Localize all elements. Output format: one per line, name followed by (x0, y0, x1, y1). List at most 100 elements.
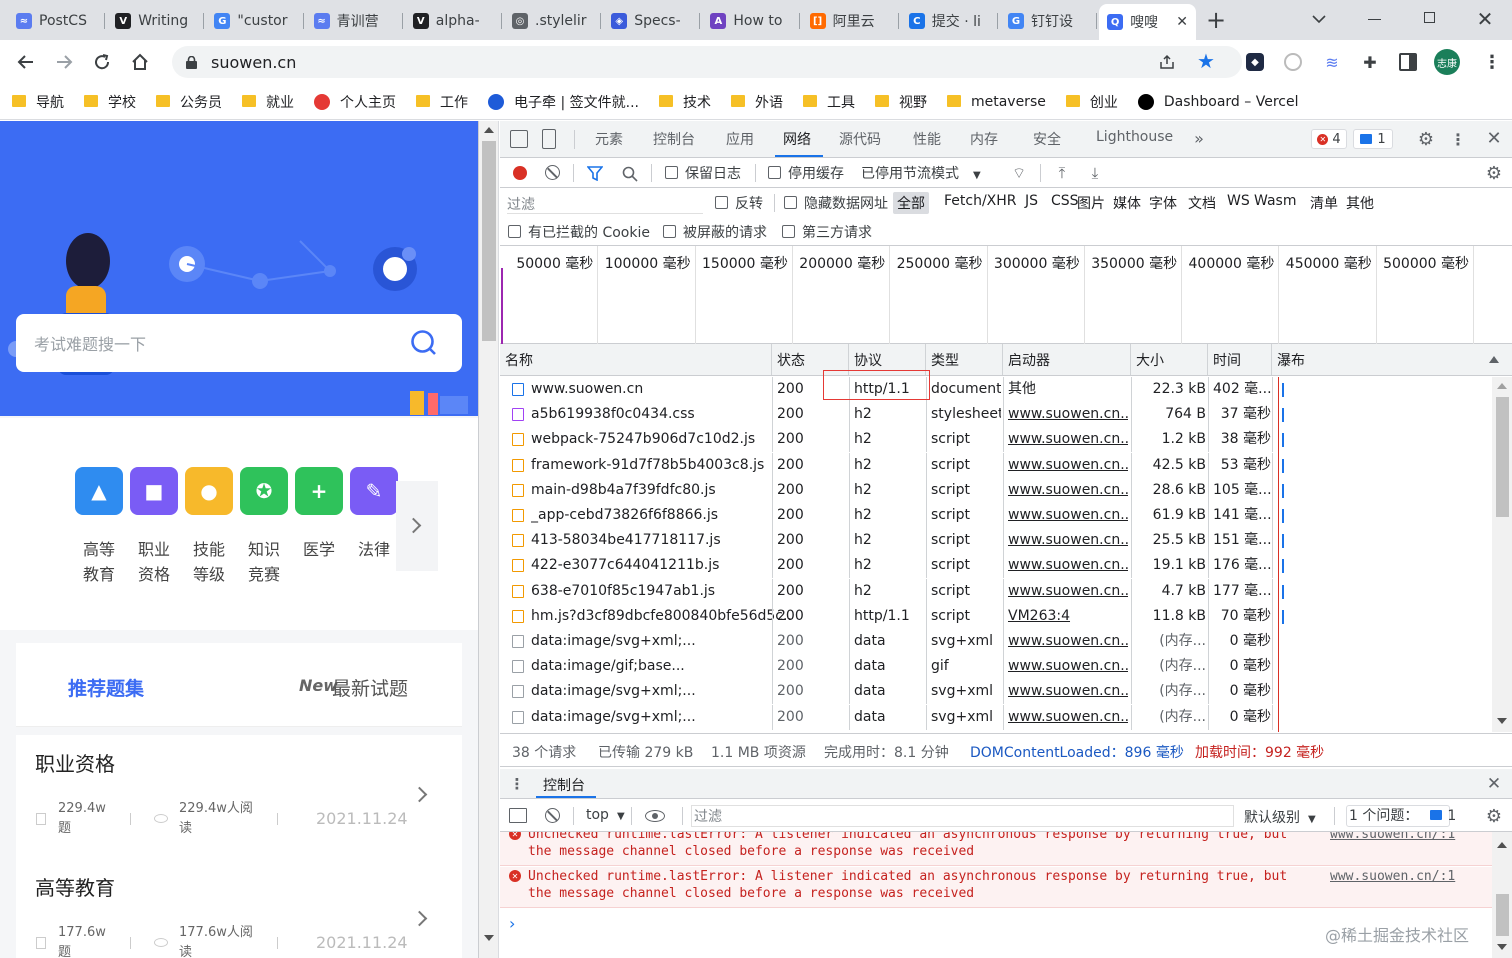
column-header[interactable]: 类型 (925, 344, 959, 375)
blocked-cookies-checkbox[interactable]: 有已拦截的 Cookie (508, 222, 650, 242)
network-settings-gear-icon[interactable]: ⚙ (1483, 162, 1505, 184)
table-row[interactable]: 422-e3077c644041211b.js 200 h2 script www.su… (501, 553, 1512, 579)
bookmark-item[interactable]: 工具 (802, 92, 855, 112)
scroll-thumb[interactable] (1496, 397, 1509, 517)
cell-initiator[interactable]: www.suowen.cn... (1008, 629, 1128, 654)
category-item[interactable]: + 医学 (295, 467, 343, 562)
table-row[interactable]: data:image/svg+xml;... 200 data svg+xml www.… (501, 704, 1512, 730)
column-header[interactable]: 启动器 (1002, 344, 1050, 375)
tab-item[interactable]: G 钉钉设 (1000, 6, 1098, 36)
cell-initiator[interactable]: www.suowen.cn... (1008, 402, 1128, 427)
bookmark-item[interactable]: 创业 (1065, 92, 1118, 112)
blocked-requests-checkbox[interactable]: 被屏蔽的请求 (663, 222, 767, 242)
bookmark-item[interactable]: Dashboard – Vercel (1137, 93, 1298, 110)
bookmark-item[interactable]: 导航 (12, 92, 64, 112)
close-devtools-icon[interactable]: ✕ (1483, 127, 1505, 149)
type-filter-button[interactable]: 清单 (1306, 192, 1342, 214)
scroll-thumb[interactable] (482, 141, 496, 341)
tab-item[interactable]: ≈ PostCS (8, 6, 106, 36)
drawer-menu-icon[interactable]: ⋮ (510, 773, 525, 795)
type-filter-button[interactable]: Wasm (1250, 192, 1300, 210)
extension-shield-icon[interactable]: ◆ (1246, 53, 1264, 71)
context-select[interactable]: top ▼ (586, 807, 625, 823)
table-row[interactable]: _app-cebd73826f6f8866.js 200 h2 script www.s… (501, 503, 1512, 528)
bookmark-item[interactable]: 外语 (730, 92, 783, 112)
network-filter-input[interactable]: 过滤 (507, 194, 703, 214)
table-row[interactable]: data:image/svg+xml;... 200 data svg+xml www.… (501, 679, 1512, 705)
table-row[interactable]: data:image/svg+xml;... 200 data svg+xml www.… (501, 629, 1512, 654)
extension-layers-icon[interactable]: ≋ (1322, 52, 1342, 72)
cell-initiator[interactable]: www.suowen.cn... (1008, 478, 1128, 503)
hide-data-urls-checkbox[interactable]: 隐藏数据网址 (784, 193, 888, 213)
bookmark-item[interactable]: 技术 (658, 92, 711, 112)
tab-item[interactable]: ◎ .stylelir (504, 6, 602, 36)
type-filter-button[interactable]: JS (1021, 192, 1042, 210)
tab-latest[interactable]: 最新试题 (332, 674, 408, 701)
devtools-tab[interactable]: 控制台 (653, 129, 695, 149)
tab-recommended[interactable]: 推荐题集 (68, 674, 144, 701)
cell-initiator[interactable]: www.suowen.cn... (1008, 705, 1128, 730)
devtools-tab[interactable]: 内存 (970, 129, 998, 149)
bookmark-item[interactable]: 电子牵 | 签文件就... (488, 92, 639, 112)
tab-item[interactable]: Valpha- (405, 6, 502, 36)
console-prompt-icon[interactable]: › (509, 914, 515, 933)
table-row[interactable]: 638-e7010f85c1947ab1.js 200 h2 script www.su… (501, 578, 1512, 604)
bookmark-item[interactable]: 学校 (84, 92, 136, 112)
console-settings-gear-icon[interactable]: ⚙ (1483, 805, 1505, 827)
cell-initiator[interactable]: www.suowen.cn... (1008, 503, 1128, 528)
scroll-up-arrow-icon[interactable] (1497, 383, 1507, 389)
type-filter-button[interactable]: Fetch/XHR (940, 192, 1021, 210)
invert-checkbox[interactable]: 反转 (715, 193, 763, 213)
tab-item[interactable]: ◈ Specs- (603, 6, 701, 36)
close-drawer-icon[interactable]: ✕ (1483, 773, 1505, 795)
tab-active[interactable]: Q 嗖嗖 ✕ (1099, 4, 1197, 40)
category-item[interactable]: ● 技能 等级 (185, 467, 233, 587)
category-item[interactable]: ▲ 高等 教育 (75, 467, 123, 587)
tab-item[interactable]: G "custor (206, 6, 304, 36)
extensions-puzzle-icon[interactable]: ✚ (1360, 52, 1380, 72)
cell-initiator[interactable]: www.suowen.cn... (1008, 679, 1128, 704)
profile-avatar[interactable]: 志康 (1434, 49, 1460, 75)
table-row[interactable]: www.suowen.cn 200 http/1.1 document 其他 22.3 k… (501, 377, 1512, 402)
tab-item[interactable]: C 提交 · li (901, 6, 998, 36)
back-arrow-icon[interactable] (14, 50, 38, 74)
tab-item[interactable]: A How to (702, 6, 800, 36)
side-panel-icon[interactable] (1399, 53, 1417, 71)
category-item[interactable]: ■ 职业 资格 (130, 467, 178, 587)
table-row[interactable]: main-d98b4a7f39fdfc80.js 200 h2 script www.s… (501, 477, 1512, 503)
tab-search-icon[interactable] (1310, 10, 1328, 28)
error-source-link[interactable]: www.suowen.cn/:1 (1330, 832, 1470, 843)
console-filter-input[interactable]: 过滤 (691, 805, 1234, 827)
search-icon[interactable] (621, 165, 639, 183)
table-row[interactable]: a5b619938f0c0434.css 200 h2 stylesheet www.s… (501, 402, 1512, 428)
error-count-badge[interactable]: ✕ 4 (1311, 129, 1347, 149)
throttling-select[interactable]: 已停用节流模式 ▼ (861, 163, 981, 183)
inspect-element-icon[interactable] (510, 130, 528, 148)
devtools-tab[interactable]: 网络 (783, 129, 811, 149)
export-har-icon[interactable]: ⤓ (1086, 163, 1104, 183)
column-header[interactable]: 瀑布 (1271, 344, 1305, 375)
bookmark-item[interactable]: 工作 (416, 92, 468, 112)
close-tab-icon[interactable]: ✕ (1176, 14, 1188, 30)
bookmark-item[interactable]: 视野 (874, 92, 927, 112)
error-source-link[interactable]: www.suowen.cn/:1 (1330, 868, 1470, 885)
extension-circle-icon[interactable] (1284, 53, 1302, 71)
devtools-tab[interactable]: 元素 (595, 129, 623, 149)
type-filter-button[interactable]: 字体 (1145, 192, 1181, 214)
cell-initiator[interactable]: www.suowen.cn... (1008, 453, 1128, 478)
devtools-tab[interactable]: 安全 (1033, 129, 1061, 149)
search-icon[interactable] (410, 329, 438, 357)
close-window-button[interactable]: ✕ (1474, 7, 1496, 31)
category-next-button[interactable] (396, 481, 438, 571)
third-party-checkbox[interactable]: 第三方请求 (782, 222, 872, 242)
sort-arrow-up-icon[interactable] (1489, 356, 1499, 363)
table-row[interactable]: 413-58034be417718117.js 200 h2 script www.su… (501, 528, 1512, 554)
column-header[interactable]: 大小 (1130, 344, 1164, 375)
clear-icon[interactable] (545, 165, 560, 180)
new-tab-button[interactable]: + (1204, 6, 1228, 34)
cell-initiator[interactable]: VM263:4 (1008, 604, 1128, 629)
cell-initiator[interactable]: www.suowen.cn... (1008, 654, 1128, 679)
tab-item[interactable]: V Writing (107, 6, 205, 36)
message-count-badge[interactable]: 1 (1353, 129, 1393, 149)
network-conditions-icon[interactable]: ⌔ (1009, 164, 1029, 182)
